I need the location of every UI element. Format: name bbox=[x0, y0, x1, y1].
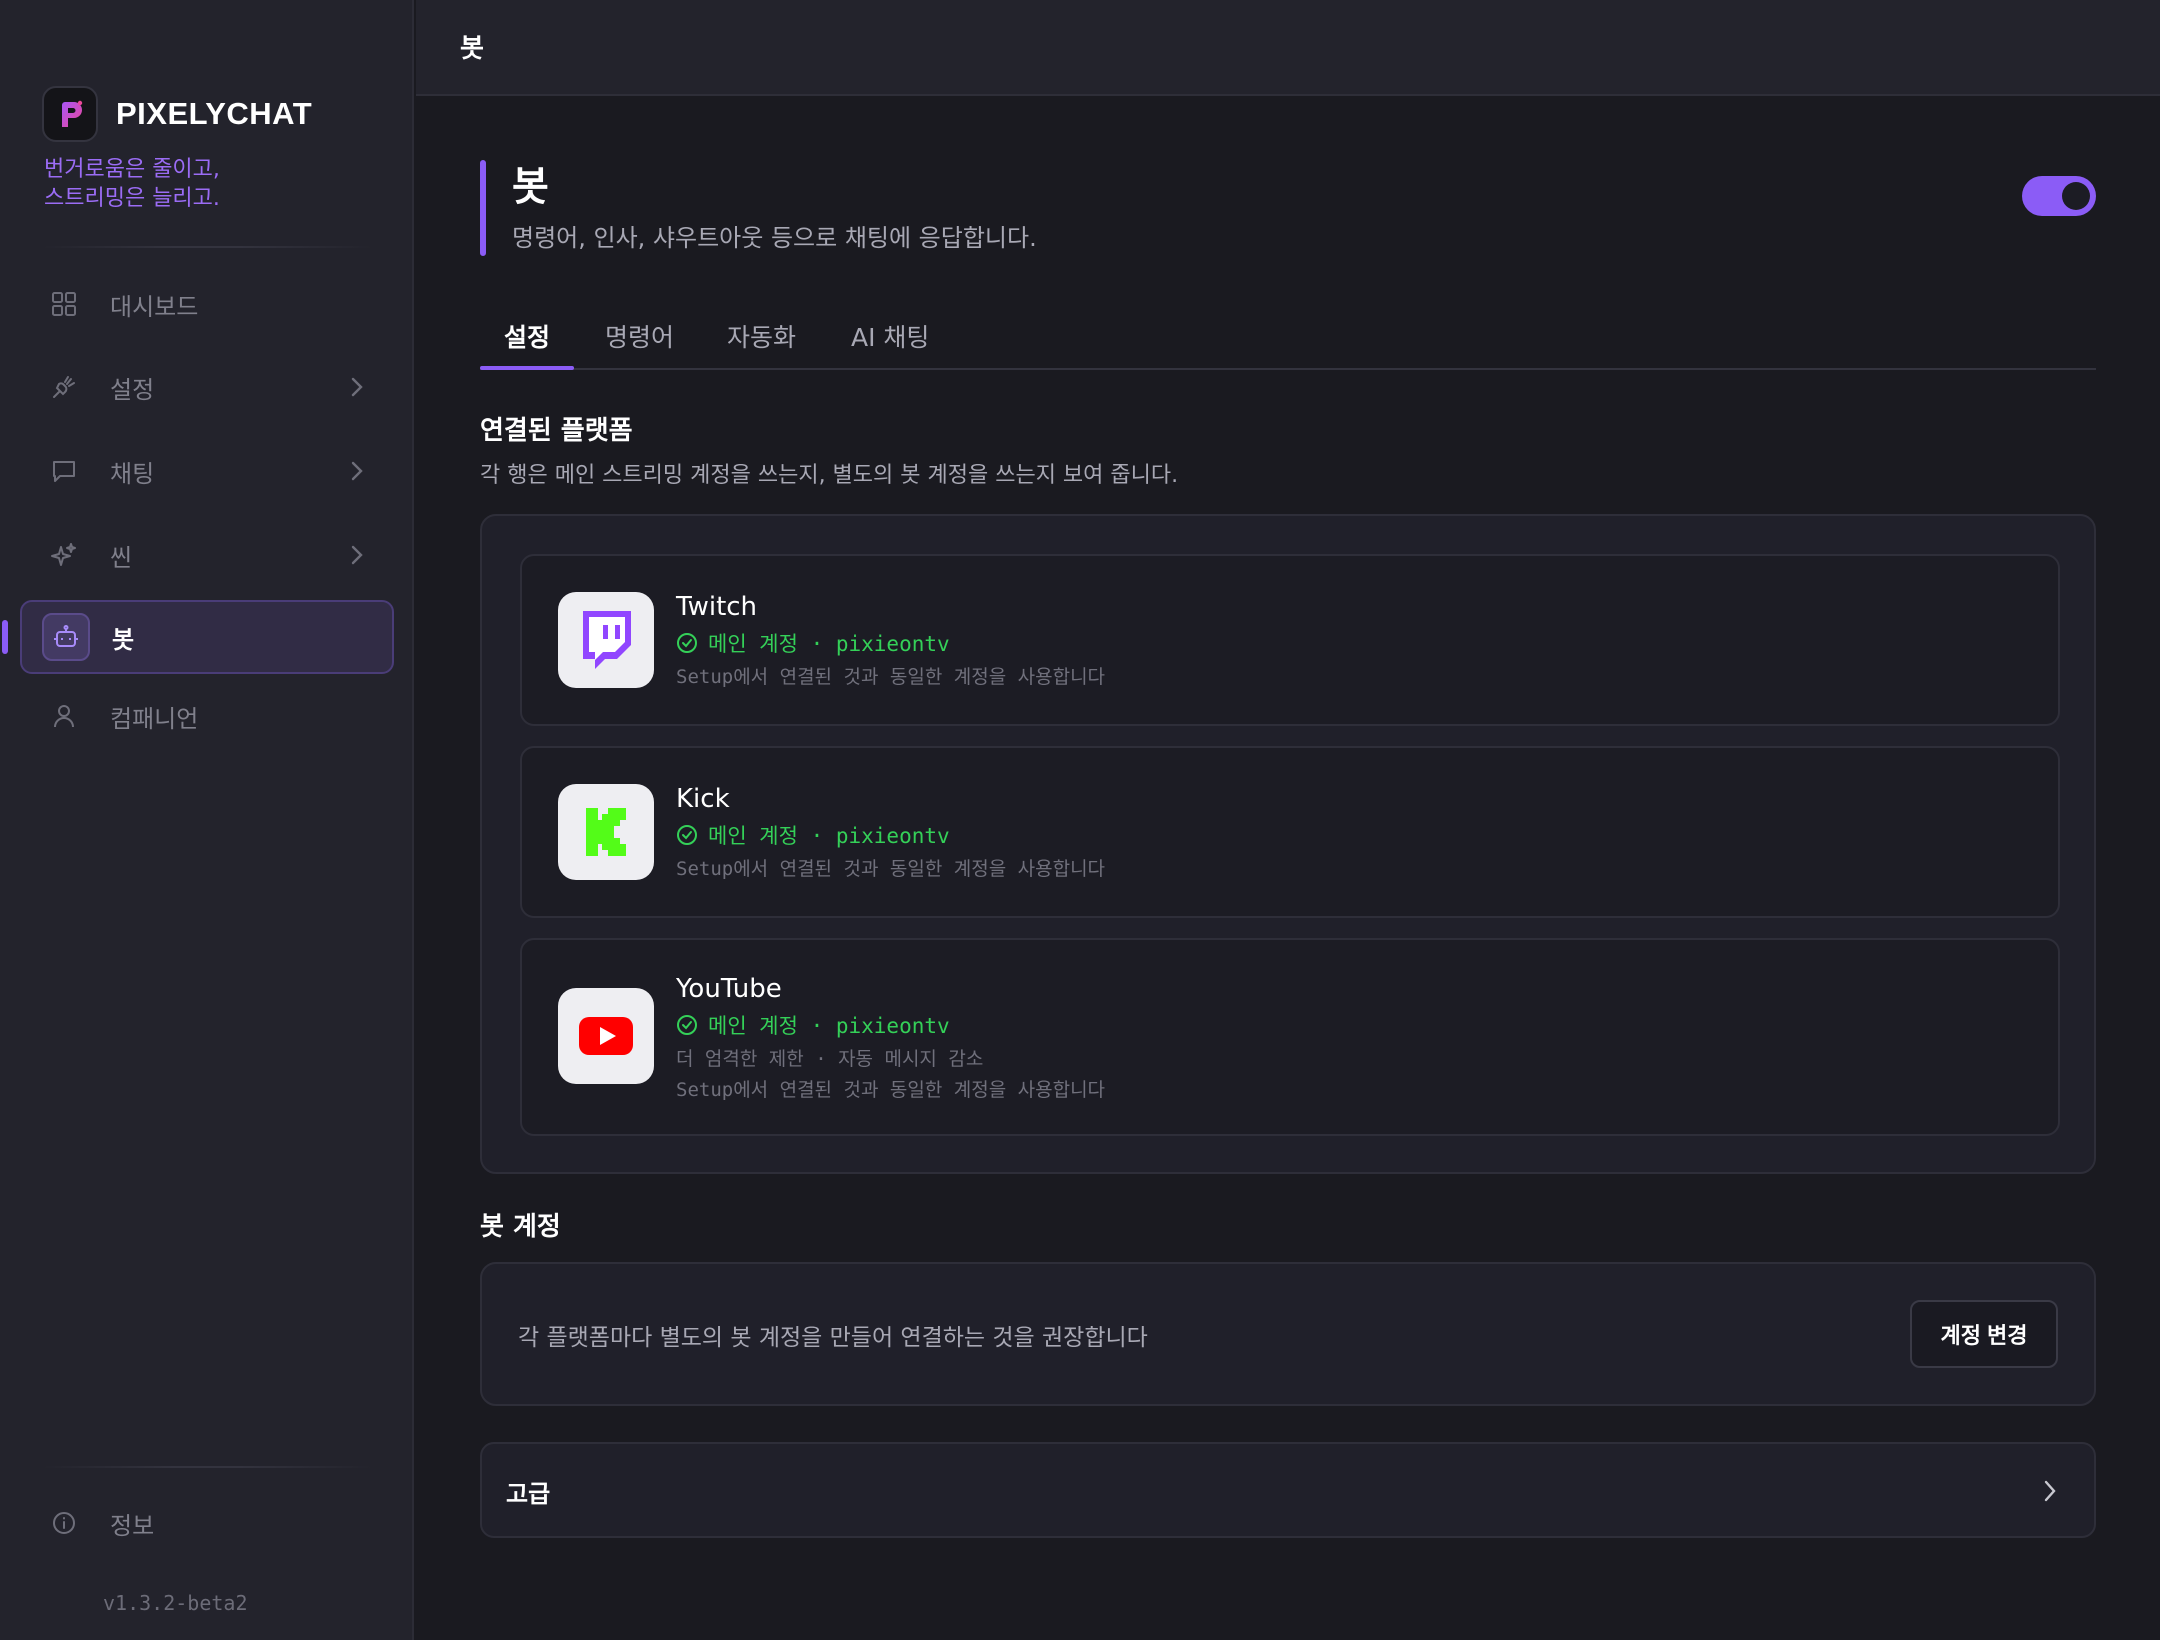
platform-status-text: 메인 계정 · pixieontv bbox=[708, 1014, 950, 1038]
sidebar-item-label: 정보 bbox=[110, 1511, 155, 1540]
connected-platforms-description: 각 행은 메인 스트리밍 계정을 쓰는지, 별도의 봇 계정을 쓰는지 보여 줍… bbox=[480, 463, 1179, 488]
bot-account-description: 각 플랫폼마다 별도의 봇 계정을 만들어 연결하는 것을 권장합니다 bbox=[518, 1325, 1148, 1351]
sidebar-item-label: 대시보드 bbox=[110, 292, 199, 321]
twitch-icon bbox=[558, 592, 654, 688]
tab-commands[interactable]: 명령어 bbox=[605, 318, 674, 370]
advanced-section[interactable]: 고급 bbox=[480, 1442, 2096, 1538]
tab-ai-chat[interactable]: AI 채팅 bbox=[851, 318, 929, 370]
platform-name: YouTube bbox=[676, 974, 782, 1004]
platform-status: 메인 계정 · pixieontv bbox=[676, 628, 950, 658]
chevron-right-icon bbox=[350, 375, 364, 403]
check-circle-icon bbox=[676, 632, 698, 654]
check-circle-icon bbox=[676, 824, 698, 846]
grid-icon bbox=[40, 280, 88, 328]
platform-note: Setup에서 연결된 것과 동일한 계정을 사용합니다 bbox=[676, 666, 1106, 688]
platform-name: Kick bbox=[676, 784, 730, 814]
sidebar-item-dashboard[interactable]: 대시보드 bbox=[20, 267, 394, 341]
sidebar-item-companion[interactable]: 컴패니언 bbox=[20, 679, 394, 753]
bot-account-panel: 각 플랫폼마다 별도의 봇 계정을 만들어 연결하는 것을 권장합니다 계정 변… bbox=[480, 1262, 2096, 1406]
sidebar-item-settings[interactable]: 설정 bbox=[20, 350, 394, 424]
sidebar-item-label: 채팅 bbox=[110, 459, 155, 488]
bot-enable-toggle[interactable] bbox=[2022, 176, 2096, 216]
bot-account-title: 봇 계정 bbox=[480, 1212, 561, 1242]
platform-card-youtube[interactable]: YouTube 메인 계정 · pixieontv 더 엄격한 제한 · 자동 … bbox=[520, 938, 2060, 1136]
user-icon bbox=[40, 692, 88, 740]
plug-icon bbox=[40, 363, 88, 411]
page-title: 봇 bbox=[512, 164, 549, 210]
youtube-icon bbox=[558, 988, 654, 1084]
robot-icon bbox=[42, 613, 90, 661]
active-indicator bbox=[2, 620, 8, 654]
toggle-knob bbox=[2062, 182, 2090, 210]
change-account-button[interactable]: 계정 변경 bbox=[1910, 1300, 2058, 1368]
tagline-line-1: 번거로움은 줄이고, bbox=[44, 157, 220, 182]
app-root: PIXELYCHAT 번거로움은 줄이고, 스트리밍은 늘리고. 대시보드 설정… bbox=[0, 0, 2160, 1640]
sidebar-item-label: 씬 bbox=[110, 543, 133, 572]
sidebar: PIXELYCHAT 번거로움은 줄이고, 스트리밍은 늘리고. 대시보드 설정… bbox=[0, 0, 414, 1640]
chat-bubble-icon bbox=[40, 447, 88, 495]
platform-note: Setup에서 연결된 것과 동일한 계정을 사용합니다 bbox=[676, 1079, 1106, 1101]
check-circle-icon bbox=[676, 1014, 698, 1036]
page-description: 명령어, 인사, 샤우트아웃 등으로 채팅에 응답합니다. bbox=[512, 224, 1037, 252]
sidebar-item-info[interactable]: 정보 bbox=[20, 1486, 394, 1560]
sidebar-item-label: 봇 bbox=[112, 625, 135, 654]
platform-status: 메인 계정 · pixieontv bbox=[676, 820, 950, 850]
sparkles-icon bbox=[40, 531, 88, 579]
connected-platforms-panel: Twitch 메인 계정 · pixieontv Setup에서 연결된 것과 … bbox=[480, 514, 2096, 1174]
sidebar-item-scenes[interactable]: 씬 bbox=[20, 518, 394, 592]
chevron-right-icon bbox=[2042, 1478, 2058, 1508]
brand[interactable]: PIXELYCHAT bbox=[42, 86, 312, 142]
tab-settings[interactable]: 설정 bbox=[504, 318, 550, 370]
tab-bar: 설정 명령어 자동화 AI 채팅 bbox=[480, 300, 2096, 370]
sidebar-footer-divider bbox=[42, 1466, 372, 1468]
platform-name: Twitch bbox=[676, 592, 758, 622]
tagline: 번거로움은 줄이고, 스트리밍은 늘리고. bbox=[44, 155, 364, 213]
app-version: v1.3.2-beta2 bbox=[103, 1591, 248, 1615]
sidebar-divider bbox=[42, 246, 372, 248]
sidebar-item-chat[interactable]: 채팅 bbox=[20, 434, 394, 508]
platform-status-text: 메인 계정 · pixieontv bbox=[708, 632, 950, 656]
tagline-line-2: 스트리밍은 늘리고. bbox=[44, 186, 220, 211]
platform-card-twitch[interactable]: Twitch 메인 계정 · pixieontv Setup에서 연결된 것과 … bbox=[520, 554, 2060, 726]
topbar: 봇 bbox=[416, 0, 2160, 96]
pixelychat-logo-icon bbox=[42, 86, 98, 142]
sidebar-item-label: 컴패니언 bbox=[110, 704, 199, 733]
brand-name: PIXELYCHAT bbox=[116, 96, 313, 131]
sidebar-item-bot[interactable]: 봇 bbox=[20, 600, 394, 674]
advanced-label: 고급 bbox=[506, 1480, 551, 1508]
chevron-right-icon bbox=[350, 543, 364, 571]
platform-card-kick[interactable]: Kick 메인 계정 · pixieontv Setup에서 연결된 것과 동일… bbox=[520, 746, 2060, 918]
chevron-right-icon bbox=[350, 459, 364, 487]
header-accent-bar bbox=[480, 160, 486, 256]
connected-platforms-title: 연결된 플랫폼 bbox=[480, 416, 633, 446]
platform-note: Setup에서 연결된 것과 동일한 계정을 사용합니다 bbox=[676, 858, 1106, 880]
tab-active-underline bbox=[480, 366, 574, 370]
topbar-title: 봇 bbox=[460, 34, 484, 64]
sidebar-item-label: 설정 bbox=[110, 375, 155, 404]
platform-status: 메인 계정 · pixieontv bbox=[676, 1010, 950, 1040]
info-icon bbox=[40, 1499, 88, 1547]
kick-icon bbox=[558, 784, 654, 880]
platform-status-text: 메인 계정 · pixieontv bbox=[708, 824, 950, 848]
tab-automation[interactable]: 자동화 bbox=[727, 318, 796, 370]
platform-note: 더 엄격한 제한 · 자동 메시지 감소 bbox=[676, 1048, 984, 1070]
